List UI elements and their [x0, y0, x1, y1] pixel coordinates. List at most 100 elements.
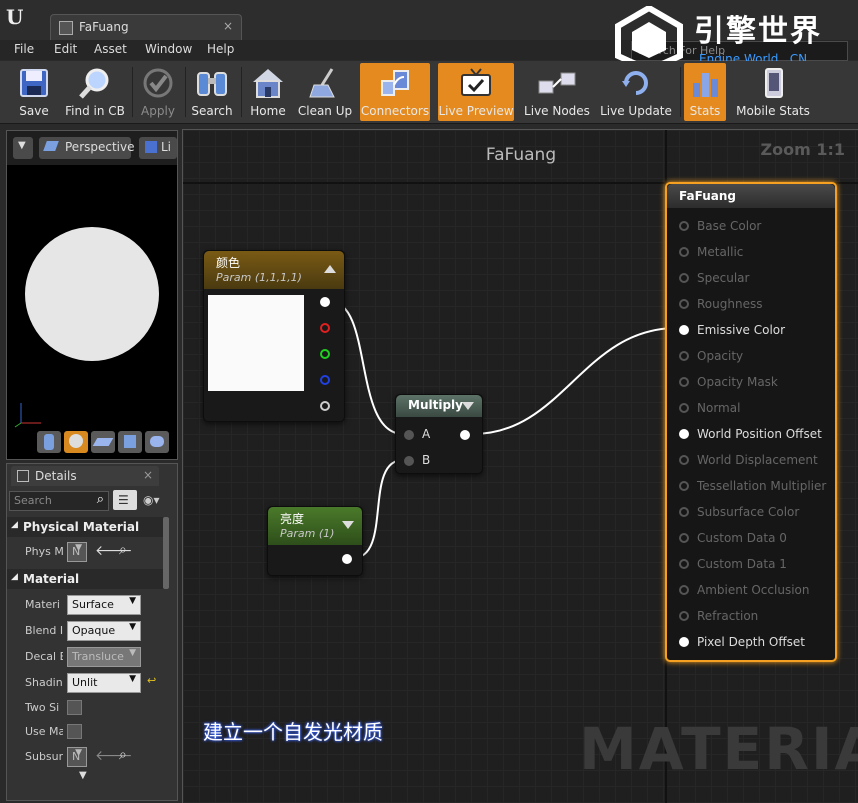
- save-button[interactable]: Save: [8, 63, 60, 121]
- output-pin-g[interactable]: [320, 349, 330, 359]
- decal-blend-dropdown[interactable]: Transluce ▼: [67, 647, 141, 667]
- menu-window[interactable]: Window: [145, 42, 192, 56]
- use-material-attributes-checkbox[interactable]: [67, 724, 82, 739]
- view-options-button[interactable]: ☰: [113, 490, 137, 510]
- home-button[interactable]: Home: [245, 63, 291, 121]
- mobile-stats-button[interactable]: Mobile Stats: [732, 63, 814, 121]
- connectors-button[interactable]: Connectors: [360, 63, 430, 121]
- view-mode-button[interactable]: Perspective: [39, 137, 135, 159]
- input-pin[interactable]: [679, 377, 689, 387]
- input-pin[interactable]: [679, 403, 689, 413]
- menu-file[interactable]: File: [14, 42, 34, 56]
- two-sided-checkbox[interactable]: [67, 700, 82, 715]
- collapse-icon: ◢: [11, 520, 18, 530]
- brightness-param-node[interactable]: 亮度 Param (1): [267, 506, 363, 576]
- subsurface-profile-dropdown[interactable]: N ▼: [67, 747, 87, 767]
- document-tab[interactable]: FaFuang ×: [50, 14, 242, 41]
- preview-sphere-button[interactable]: [64, 431, 88, 453]
- viewport-options-button[interactable]: ▼: [13, 137, 33, 159]
- input-pin[interactable]: [679, 533, 689, 543]
- preview-plane-button[interactable]: [91, 431, 115, 453]
- perspective-icon: [43, 141, 59, 151]
- pin-label: World Position Offset: [697, 427, 822, 441]
- expand-more-icon[interactable]: ▼: [79, 770, 87, 781]
- input-pin-b[interactable]: [404, 456, 414, 466]
- material-result-node[interactable]: FaFuang Base Color Metallic Specular Roughn…: [665, 182, 837, 662]
- live-update-button[interactable]: Live Update: [598, 63, 674, 121]
- input-pin[interactable]: [679, 559, 689, 569]
- lit-cube-icon: [145, 141, 157, 153]
- phys-material-dropdown[interactable]: N ▼: [67, 542, 87, 562]
- input-pin-a[interactable]: [404, 430, 414, 440]
- collapse-arrow-icon[interactable]: [462, 402, 474, 410]
- lit-mode-button[interactable]: Li: [139, 137, 177, 159]
- details-tab[interactable]: Details ×: [11, 466, 159, 486]
- preview-teapot-button[interactable]: [145, 431, 169, 453]
- preview-cylinder-button[interactable]: [37, 431, 61, 453]
- stats-button[interactable]: Stats: [684, 63, 726, 121]
- find-in-cb-button[interactable]: Find in CB: [62, 63, 128, 121]
- live-nodes-button[interactable]: Live Nodes: [522, 63, 592, 121]
- preview-viewport[interactable]: ▼ Perspective Li: [6, 130, 178, 460]
- node-header: 亮度 Param (1): [268, 507, 362, 545]
- collapse-arrow-icon[interactable]: [324, 265, 336, 273]
- input-pin[interactable]: [679, 299, 689, 309]
- pin-label: Custom Data 1: [697, 557, 787, 571]
- input-pin[interactable]: [679, 273, 689, 283]
- apply-button[interactable]: Apply: [136, 63, 180, 121]
- input-pin[interactable]: [679, 247, 689, 257]
- search-button[interactable]: Search: [189, 63, 235, 121]
- tutorial-caption: 建立一个自发光材质: [203, 720, 383, 744]
- collapse-arrow-icon[interactable]: [342, 521, 354, 529]
- eye-icon[interactable]: ◉▾: [143, 493, 160, 507]
- input-pin[interactable]: [679, 611, 689, 621]
- reset-to-default-icon[interactable]: ↩: [147, 674, 156, 687]
- output-pin-b[interactable]: [320, 375, 330, 385]
- menu-help[interactable]: Help: [207, 42, 234, 56]
- details-scrollbar[interactable]: [163, 517, 169, 589]
- use-selected-arrow-icon[interactable]: 🡐: [95, 747, 133, 764]
- section-physical-material[interactable]: ◢ Physical Material: [7, 517, 169, 537]
- output-pin-a[interactable]: [320, 401, 330, 411]
- live-preview-button[interactable]: Live Preview: [438, 63, 514, 121]
- browse-search-icon[interactable]: ⌕: [119, 542, 127, 558]
- input-pin[interactable]: [679, 585, 689, 595]
- input-pin[interactable]: [679, 221, 689, 231]
- material-asset-icon: [59, 21, 73, 35]
- stats-label: Stats: [689, 104, 721, 118]
- material-domain-dropdown[interactable]: Surface ▼: [67, 595, 141, 615]
- section-material[interactable]: ◢ Material: [7, 569, 169, 589]
- output-pin[interactable]: [342, 554, 352, 564]
- save-label: Save: [19, 104, 49, 118]
- close-tab-icon[interactable]: ×: [223, 19, 233, 33]
- output-pin-r[interactable]: [320, 323, 330, 333]
- node-title: 亮度: [280, 512, 305, 526]
- browse-search-icon[interactable]: ⌕: [119, 747, 127, 763]
- input-pin[interactable]: [679, 325, 689, 335]
- multiply-node[interactable]: Multiply A B: [395, 394, 483, 474]
- shading-model-dropdown[interactable]: Unlit ▼: [67, 673, 141, 693]
- blend-mode-dropdown[interactable]: Opaque ▼: [67, 621, 141, 641]
- use-selected-arrow-icon[interactable]: 🡐: [95, 542, 133, 559]
- checkmark-icon: [143, 68, 173, 98]
- menu-asset[interactable]: Asset: [94, 42, 127, 56]
- node-header: FaFuang: [667, 184, 835, 208]
- output-pin-rgb[interactable]: [320, 297, 330, 307]
- menu-edit[interactable]: Edit: [54, 42, 77, 56]
- input-pin[interactable]: [679, 637, 689, 647]
- pin-label: Roughness: [697, 297, 763, 311]
- input-pin[interactable]: [679, 481, 689, 491]
- output-pin[interactable]: [460, 430, 470, 440]
- input-pin[interactable]: [679, 351, 689, 361]
- color-param-node[interactable]: 颜色 Param (1,1,1,1): [203, 250, 345, 422]
- clean-up-button[interactable]: Clean Up: [296, 63, 354, 121]
- material-graph-canvas[interactable]: FaFuang Zoom 1:1 MATERIAL 颜色 Param (1,1,…: [182, 129, 858, 803]
- input-pin[interactable]: [679, 455, 689, 465]
- bar-chart-icon: [693, 73, 718, 97]
- input-pin[interactable]: [679, 429, 689, 439]
- node-header: 颜色 Param (1,1,1,1): [204, 251, 344, 289]
- preview-cube-button[interactable]: [118, 431, 142, 453]
- details-search-input[interactable]: Search ⌕: [9, 491, 109, 511]
- input-pin[interactable]: [679, 507, 689, 517]
- close-tab-icon[interactable]: ×: [143, 468, 153, 482]
